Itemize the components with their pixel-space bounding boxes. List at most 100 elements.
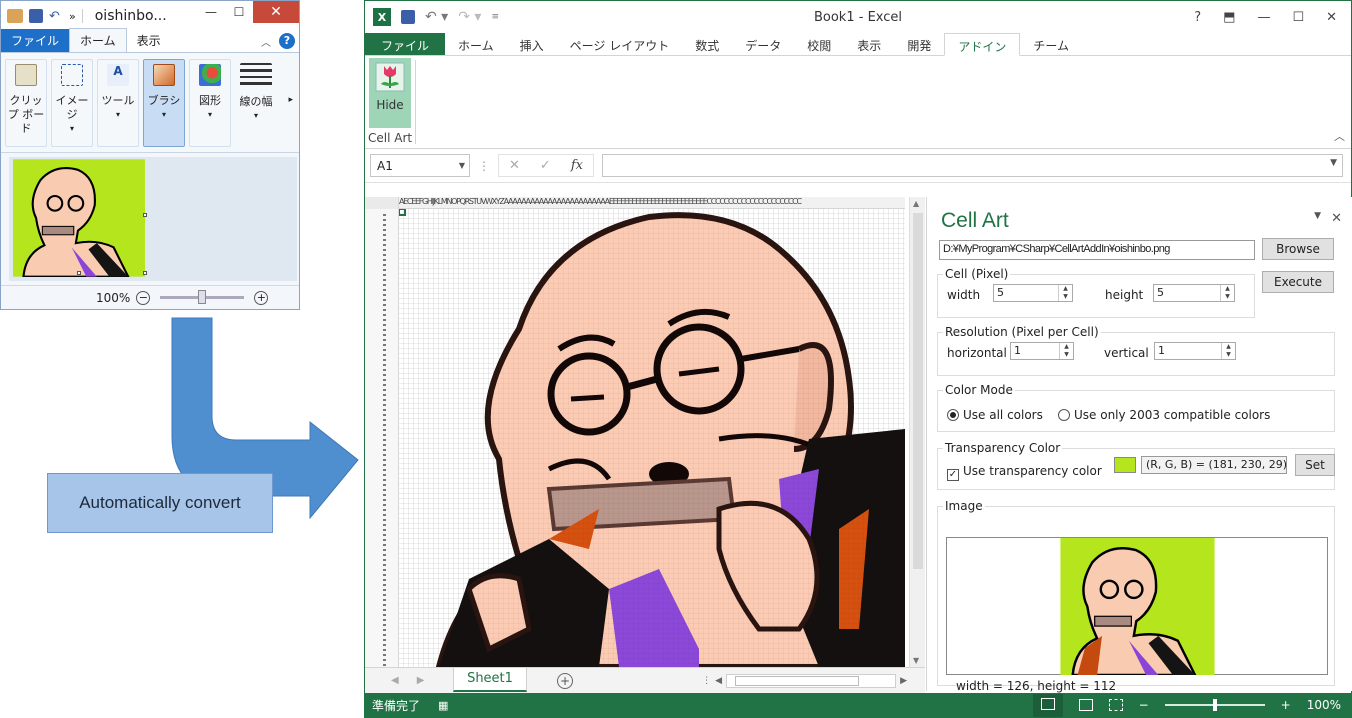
tab-team[interactable]: チーム: [1020, 33, 1082, 55]
tab-addins[interactable]: アドイン: [944, 33, 1021, 56]
scroll-up-icon[interactable]: ▲: [913, 199, 919, 208]
horizontal-scroll-thumb[interactable]: [735, 675, 860, 686]
tools-button[interactable]: A ツール ▾: [97, 59, 139, 147]
image-group: Image width = 126, height = 112: [937, 499, 1335, 693]
zoom-level[interactable]: 100%: [1307, 698, 1341, 712]
browse-button[interactable]: Browse: [1262, 238, 1334, 260]
collapse-ribbon-icon[interactable]: ︿: [261, 34, 271, 49]
tab-home[interactable]: ホーム: [445, 33, 507, 55]
chevron-down-icon[interactable]: ▼: [459, 161, 465, 170]
column-headers[interactable]: AECEEFGHIJKLMNOPQRSTUVWXYZAAAAAAAAAAAAAA…: [399, 197, 905, 209]
tab-view[interactable]: 表示: [844, 33, 894, 55]
line-width-button[interactable]: 線の幅 ▾: [235, 59, 277, 147]
vertical-scrollbar[interactable]: ▲ ▼: [909, 197, 925, 667]
width-spinner[interactable]: 5 ▲ ▼: [993, 284, 1073, 302]
maximize-icon[interactable]: ☐: [1292, 10, 1304, 25]
minimize-icon[interactable]: —: [1257, 10, 1270, 25]
maximize-icon[interactable]: ☐: [225, 1, 253, 23]
help-icon[interactable]: ?: [279, 33, 295, 49]
minimize-icon[interactable]: —: [197, 1, 225, 23]
pane-title: Cell Art: [941, 209, 1009, 232]
height-spinner[interactable]: 5 ▲ ▼: [1153, 284, 1235, 302]
brush-button[interactable]: ブラシ ▾: [143, 59, 185, 147]
vertical-label: vertical: [1104, 346, 1149, 360]
normal-view-icon: [1040, 697, 1055, 710]
spinner-arrows-icon[interactable]: ▲ ▼: [1059, 343, 1073, 359]
zoom-out-icon[interactable]: −: [136, 290, 151, 305]
cell-grid[interactable]: [399, 209, 905, 667]
enter-icon[interactable]: ✓: [540, 158, 551, 173]
tab-file[interactable]: ファイル: [365, 33, 446, 55]
ribbon-scroll-icon[interactable]: ▸: [288, 95, 293, 105]
name-box[interactable]: A1 ▼: [370, 154, 470, 177]
zoom-in-icon[interactable]: +: [254, 290, 269, 305]
tools-label: ツール: [101, 94, 135, 107]
macro-record-icon[interactable]: ▦: [438, 699, 448, 712]
use-2003-colors-radio[interactable]: Use only 2003 compatible colors: [1058, 408, 1270, 422]
undo-icon[interactable]: ↶ ▾: [425, 9, 448, 25]
shapes-button[interactable]: 図形 ▾: [189, 59, 231, 147]
paint-tab-file[interactable]: ファイル: [1, 29, 70, 52]
overflow-icon[interactable]: »: [69, 10, 76, 23]
ribbon-display-icon[interactable]: ⬒: [1223, 10, 1235, 25]
clipboard-button[interactable]: クリップ ボード: [5, 59, 47, 147]
close-icon[interactable]: ✕: [253, 1, 299, 23]
image-button[interactable]: イメージ ▾: [51, 59, 93, 147]
redo-icon[interactable]: ↷ ▾: [458, 9, 481, 25]
paint-zoom-slider[interactable]: [160, 290, 245, 304]
horizontal-spinner[interactable]: 1 ▲ ▼: [1010, 342, 1074, 360]
paint-canvas-area[interactable]: [9, 157, 297, 281]
excel-logo-icon: X: [373, 8, 391, 26]
tab-insert[interactable]: 挿入: [507, 33, 557, 55]
collapse-ribbon-icon[interactable]: ︿: [1334, 128, 1345, 144]
spinner-arrows-icon[interactable]: ▲ ▼: [1058, 285, 1072, 301]
sheet-next-icon[interactable]: ▶: [417, 675, 425, 686]
normal-view-button[interactable]: [1032, 693, 1063, 717]
tab-page-layout[interactable]: ページ レイアウト: [557, 33, 683, 55]
spinner-arrows-icon[interactable]: ▲ ▼: [1221, 343, 1235, 359]
save-icon[interactable]: [29, 9, 43, 23]
pane-close-icon[interactable]: ✕: [1331, 211, 1342, 226]
vertical-scroll-thumb[interactable]: [913, 213, 923, 569]
spinner-arrows-icon[interactable]: ▲ ▼: [1220, 285, 1234, 301]
paint-zoom-level: 100%: [96, 290, 131, 305]
scroll-down-icon[interactable]: ▼: [913, 656, 919, 665]
zoom-slider[interactable]: [1164, 699, 1265, 711]
tab-review[interactable]: 校閲: [794, 33, 844, 55]
scroll-left-icon[interactable]: ◀: [715, 676, 722, 686]
tab-developer[interactable]: 開発: [894, 33, 944, 55]
use-all-colors-radio[interactable]: Use all colors: [947, 408, 1043, 422]
save-icon[interactable]: [401, 10, 415, 24]
expand-formula-icon[interactable]: ▼: [1330, 158, 1337, 168]
paint-tab-home[interactable]: ホーム: [69, 28, 127, 52]
sheet-tab-sheet1[interactable]: Sheet1: [453, 667, 527, 692]
pane-options-icon[interactable]: ▼: [1314, 211, 1321, 226]
execute-button[interactable]: Execute: [1262, 271, 1334, 293]
formula-input[interactable]: ▼: [601, 154, 1343, 177]
tab-formulas[interactable]: 数式: [682, 33, 732, 55]
select-all-corner[interactable]: [365, 197, 399, 209]
set-button[interactable]: Set: [1295, 454, 1335, 476]
scroll-right-icon[interactable]: ▶: [900, 676, 907, 686]
vertical-spinner[interactable]: 1 ▲ ▼: [1154, 342, 1236, 360]
cancel-icon[interactable]: ✕: [509, 158, 520, 173]
horizontal-scrollbar[interactable]: ⋮ ◀ ▶: [702, 673, 907, 688]
sheet-prev-icon[interactable]: ◀: [391, 675, 399, 686]
paint-tab-view[interactable]: 表示: [127, 29, 171, 52]
file-path-input[interactable]: D:¥MyProgram¥CSharp¥CellArtAddIn¥oishinb…: [939, 240, 1255, 260]
hide-button[interactable]: Hide: [369, 58, 411, 128]
use-transparency-checkbox[interactable]: ✓ Use transparency color: [947, 464, 1102, 481]
close-icon[interactable]: ✕: [1326, 10, 1337, 25]
tab-data[interactable]: データ: [732, 33, 794, 55]
page-break-view-icon[interactable]: [1108, 699, 1123, 711]
undo-icon[interactable]: ↶: [49, 9, 63, 24]
zoom-out-icon[interactable]: −: [1139, 698, 1149, 712]
insert-function-icon[interactable]: fx: [571, 158, 583, 173]
quick-access-menu-icon[interactable]: ≡: [491, 12, 499, 22]
row-headers[interactable]: [365, 209, 399, 667]
help-icon[interactable]: ?: [1194, 10, 1201, 25]
worksheet[interactable]: AECEEFGHIJKLMNOPQRSTUVWXYZAAAAAAAAAAAAAA…: [365, 197, 925, 667]
page-layout-view-icon[interactable]: [1078, 699, 1093, 711]
zoom-in-icon[interactable]: +: [1281, 698, 1291, 712]
add-sheet-icon[interactable]: +: [557, 672, 573, 689]
